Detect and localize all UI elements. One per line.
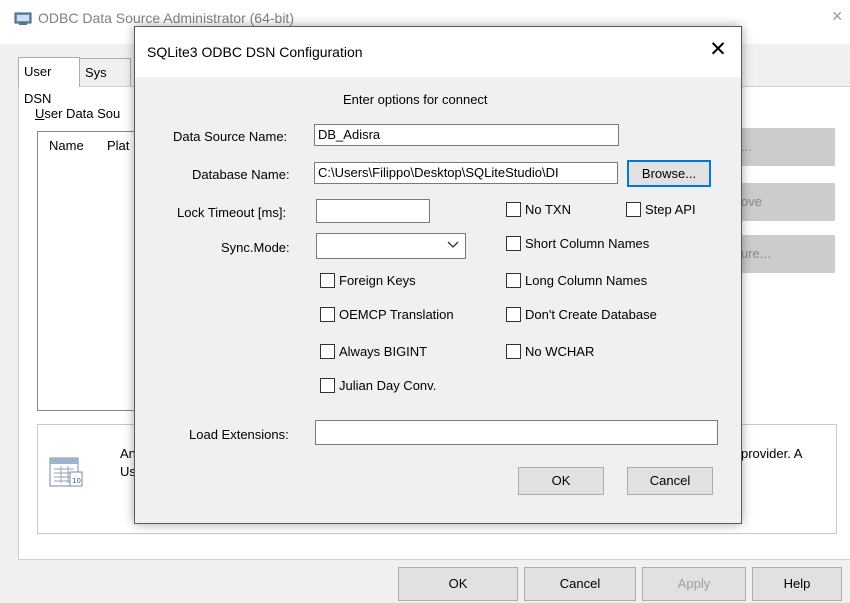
julian-day-conv-label: Julian Day Conv.: [339, 378, 437, 393]
julian-day-conv-checkbox[interactable]: Julian Day Conv.: [320, 378, 436, 396]
checkbox-box: [506, 344, 521, 359]
admin-cancel-button[interactable]: Cancel: [524, 567, 636, 601]
tab-system-dsn[interactable]: Sys: [79, 58, 131, 86]
long-column-names-checkbox[interactable]: Long Column Names: [506, 273, 647, 291]
checkbox-box: [506, 202, 521, 217]
lock-timeout-label: Lock Timeout [ms]:: [177, 205, 287, 220]
database-name-input[interactable]: C:\Users\Filippo\Desktop\SQLiteStudio\DI: [314, 162, 618, 184]
step-api-label: Step API: [645, 202, 696, 217]
info-text-right: provider. A: [741, 446, 803, 461]
tab-user-dsn[interactable]: User DSN: [18, 57, 80, 106]
database-name-label: Database Name:: [192, 167, 290, 182]
admin-ok-button[interactable]: OK: [398, 567, 518, 601]
ok-button[interactable]: OK: [518, 467, 604, 495]
lock-timeout-input[interactable]: [316, 199, 430, 223]
dont-create-database-checkbox[interactable]: Don't Create Database: [506, 307, 657, 325]
odbc-admin-title: ODBC Data Source Administrator (64-bit): [38, 10, 294, 26]
checkbox-box: [506, 236, 521, 251]
load-extensions-label: Load Extensions:: [189, 427, 289, 442]
always-bigint-label: Always BIGINT: [339, 344, 428, 359]
checkbox-box: [506, 307, 521, 322]
load-extensions-input[interactable]: [315, 420, 718, 445]
short-column-names-label: Short Column Names: [525, 236, 650, 251]
database-info-icon: 10: [49, 457, 83, 487]
browse-button[interactable]: Browse...: [627, 160, 711, 187]
foreign-keys-label: Foreign Keys: [339, 273, 416, 288]
foreign-keys-checkbox[interactable]: Foreign Keys: [320, 273, 416, 291]
checkbox-box: [320, 378, 335, 393]
checkbox-box: [320, 273, 335, 288]
checkbox-box: [506, 273, 521, 288]
no-txn-checkbox[interactable]: No TXN: [506, 202, 571, 220]
add-button[interactable]: ...: [741, 128, 835, 166]
configure-button[interactable]: ure...: [741, 235, 835, 273]
no-wchar-label: No WCHAR: [525, 344, 595, 359]
column-header-platform[interactable]: Plat: [107, 138, 129, 153]
sync-mode-label: Sync.Mode:: [221, 240, 290, 255]
oemcp-translation-checkbox[interactable]: OEMCP Translation: [320, 307, 454, 325]
chevron-down-icon: [447, 241, 459, 248]
sync-mode-select[interactable]: [316, 233, 466, 259]
dialog-title: SQLite3 ODBC DSN Configuration: [147, 44, 363, 60]
odbc-admin-icon: [14, 12, 32, 25]
no-wchar-checkbox[interactable]: No WCHAR: [506, 344, 594, 362]
sqlite-dsn-config-dialog: SQLite3 ODBC DSN Configuration ✕ Enter o…: [134, 26, 742, 524]
checkbox-box: [320, 344, 335, 359]
odbc-admin-close-icon[interactable]: ×: [832, 6, 843, 27]
data-source-name-label: Data Source Name:: [173, 129, 288, 144]
close-icon[interactable]: ✕: [707, 39, 729, 61]
always-bigint-checkbox[interactable]: Always BIGINT: [320, 344, 427, 362]
data-source-name-input[interactable]: DB_Adisra: [314, 124, 619, 146]
user-data-sources-label-rest: ser Data Sou: [44, 106, 121, 121]
cancel-button[interactable]: Cancel: [627, 467, 713, 495]
svg-text:10: 10: [72, 477, 81, 485]
step-api-checkbox[interactable]: Step API: [626, 202, 696, 220]
options-heading: Enter options for connect: [343, 92, 488, 107]
checkbox-box: [626, 202, 641, 217]
short-column-names-checkbox[interactable]: Short Column Names: [506, 236, 649, 254]
long-column-names-label: Long Column Names: [525, 273, 648, 288]
admin-apply-button[interactable]: Apply: [642, 567, 746, 601]
remove-button[interactable]: ove: [741, 183, 835, 221]
data-source-list[interactable]: [37, 131, 143, 411]
checkbox-box: [320, 307, 335, 322]
dont-create-database-label: Don't Create Database: [525, 307, 657, 322]
no-txn-label: No TXN: [525, 202, 571, 217]
admin-help-button[interactable]: Help: [752, 567, 842, 601]
column-header-name[interactable]: Name: [49, 138, 84, 153]
oemcp-translation-label: OEMCP Translation: [339, 307, 454, 322]
